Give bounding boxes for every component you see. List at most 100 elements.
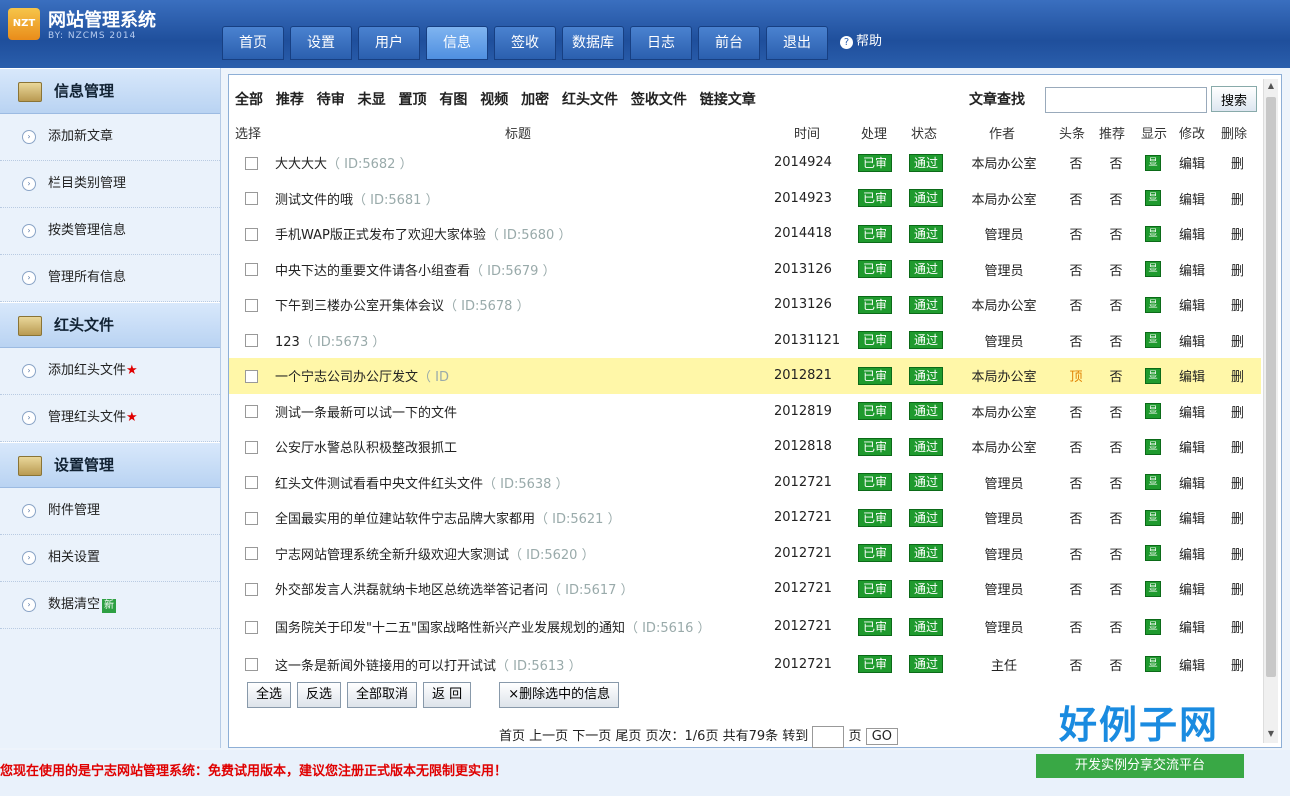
row-recommend-toggle[interactable]: 否 bbox=[1107, 181, 1125, 217]
row-show-toggle[interactable]: 显 bbox=[1145, 438, 1161, 455]
row-headline-toggle[interactable]: 否 bbox=[1067, 216, 1085, 252]
row-edit-link[interactable]: 编辑 bbox=[1179, 252, 1205, 288]
row-title-link[interactable]: 中央下达的重要文件请各小组查看（ ID:5679 ） bbox=[275, 252, 755, 288]
back-button[interactable]: 返 回 bbox=[423, 682, 472, 708]
filter-all[interactable]: 全部 bbox=[235, 92, 263, 108]
row-checkbox[interactable] bbox=[245, 511, 258, 525]
row-edit-link[interactable]: 编辑 bbox=[1179, 607, 1205, 647]
row-recommend-toggle[interactable]: 否 bbox=[1107, 323, 1125, 359]
row-edit-link[interactable]: 编辑 bbox=[1179, 287, 1205, 323]
filter-pending[interactable]: 待审 bbox=[317, 92, 345, 108]
row-delete-link[interactable]: 删 bbox=[1231, 607, 1244, 647]
row-recommend-toggle[interactable]: 否 bbox=[1107, 500, 1125, 536]
select-all-button[interactable]: 全选 bbox=[247, 682, 292, 708]
row-headline-toggle[interactable]: 否 bbox=[1067, 429, 1085, 465]
row-edit-link[interactable]: 编辑 bbox=[1179, 647, 1205, 683]
row-process-badge[interactable]: 已审 bbox=[858, 260, 893, 279]
nav-logout[interactable]: 退出 bbox=[766, 26, 828, 60]
row-delete-link[interactable]: 删 bbox=[1231, 145, 1244, 181]
row-show-toggle[interactable]: 显 bbox=[1145, 332, 1161, 349]
row-delete-link[interactable]: 删 bbox=[1231, 500, 1244, 536]
sidebar-item-by-class[interactable]: › 按类管理信息 bbox=[0, 208, 220, 255]
row-recommend-toggle[interactable]: 否 bbox=[1107, 465, 1125, 501]
filter-with-image[interactable]: 有图 bbox=[439, 92, 467, 108]
filter-signed[interactable]: 签收文件 bbox=[631, 92, 687, 108]
row-process-badge[interactable]: 已审 bbox=[858, 437, 893, 456]
row-delete-link[interactable]: 删 bbox=[1231, 216, 1244, 252]
row-checkbox[interactable] bbox=[245, 192, 258, 206]
filter-video[interactable]: 视频 bbox=[480, 92, 508, 108]
filter-encrypted[interactable]: 加密 bbox=[521, 92, 549, 108]
row-checkbox[interactable] bbox=[245, 620, 258, 634]
row-title-link[interactable]: 下午到三楼办公室开集体会议（ ID:5678 ） bbox=[275, 287, 755, 323]
row-recommend-toggle[interactable]: 否 bbox=[1107, 287, 1125, 323]
row-headline-toggle[interactable]: 否 bbox=[1067, 500, 1085, 536]
page-select[interactable] bbox=[812, 725, 845, 748]
row-show-toggle[interactable]: 显 bbox=[1145, 367, 1161, 384]
row-headline-toggle[interactable]: 否 bbox=[1067, 571, 1085, 607]
row-state-badge[interactable]: 通过 bbox=[909, 655, 944, 674]
scroll-down-icon[interactable]: ▼ bbox=[1266, 729, 1276, 741]
nav-database[interactable]: 数据库 bbox=[562, 26, 624, 60]
row-checkbox[interactable] bbox=[245, 334, 258, 348]
row-edit-link[interactable]: 编辑 bbox=[1179, 323, 1205, 359]
row-show-toggle[interactable]: 显 bbox=[1145, 545, 1161, 562]
row-edit-link[interactable]: 编辑 bbox=[1179, 429, 1205, 465]
row-title-link[interactable]: 大大大大（ ID:5682 ） bbox=[275, 145, 755, 181]
row-show-toggle[interactable]: 显 bbox=[1145, 261, 1161, 278]
sidebar-item-category[interactable]: › 栏目类别管理 bbox=[0, 161, 220, 208]
row-title-link[interactable]: 一个宁志公司办公厅发文（ ID bbox=[275, 358, 755, 394]
filter-pinned[interactable]: 置顶 bbox=[399, 92, 427, 108]
sidebar-section-redhead[interactable]: 红头文件 bbox=[0, 302, 220, 348]
sidebar-item-add-article[interactable]: › 添加新文章 bbox=[0, 114, 220, 161]
row-headline-toggle[interactable]: 否 bbox=[1067, 252, 1085, 288]
nav-users[interactable]: 用户 bbox=[358, 26, 420, 60]
row-recommend-toggle[interactable]: 否 bbox=[1107, 216, 1125, 252]
row-title-link[interactable]: 公安厅水警总队积极整改狠抓工 bbox=[275, 429, 755, 465]
row-recommend-toggle[interactable]: 否 bbox=[1107, 429, 1125, 465]
row-process-badge[interactable]: 已审 bbox=[858, 295, 893, 314]
row-recommend-toggle[interactable]: 否 bbox=[1107, 647, 1125, 683]
row-process-badge[interactable]: 已审 bbox=[858, 579, 893, 598]
sidebar-item-manage-redhead[interactable]: › 管理红头文件★ bbox=[0, 395, 220, 442]
row-state-badge[interactable]: 通过 bbox=[909, 617, 944, 636]
row-state-badge[interactable]: 通过 bbox=[909, 437, 944, 456]
row-checkbox[interactable] bbox=[245, 263, 258, 277]
row-delete-link[interactable]: 删 bbox=[1231, 358, 1244, 394]
row-headline-toggle[interactable]: 否 bbox=[1067, 465, 1085, 501]
sidebar-item-attachments[interactable]: › 附件管理 bbox=[0, 488, 220, 535]
sidebar-item-all-info[interactable]: › 管理所有信息 bbox=[0, 255, 220, 302]
filter-link-article[interactable]: 链接文章 bbox=[700, 92, 756, 108]
row-headline-toggle[interactable]: 否 bbox=[1067, 287, 1085, 323]
row-recommend-toggle[interactable]: 否 bbox=[1107, 536, 1125, 572]
row-delete-link[interactable]: 删 bbox=[1231, 181, 1244, 217]
row-delete-link[interactable]: 删 bbox=[1231, 571, 1244, 607]
nav-signoff[interactable]: 签收 bbox=[494, 26, 556, 60]
row-state-badge[interactable]: 通过 bbox=[909, 473, 944, 492]
filter-recommended[interactable]: 推荐 bbox=[276, 92, 304, 108]
row-title-link[interactable]: 全国最实用的单位建站软件宁志品牌大家都用（ ID:5621 ） bbox=[275, 500, 755, 536]
row-delete-link[interactable]: 删 bbox=[1231, 429, 1244, 465]
row-delete-link[interactable]: 删 bbox=[1231, 394, 1244, 430]
row-headline-toggle[interactable]: 否 bbox=[1067, 647, 1085, 683]
scroll-thumb[interactable] bbox=[1266, 97, 1276, 677]
scrollbar[interactable]: ▲ ▼ bbox=[1263, 79, 1278, 743]
row-title-link[interactable]: 红头文件测试看看中央文件红头文件（ ID:5638 ） bbox=[275, 465, 755, 501]
row-process-badge[interactable]: 已审 bbox=[858, 544, 893, 563]
filter-hidden[interactable]: 未显 bbox=[358, 92, 386, 108]
row-edit-link[interactable]: 编辑 bbox=[1179, 500, 1205, 536]
row-headline-toggle[interactable]: 否 bbox=[1067, 394, 1085, 430]
row-process-badge[interactable]: 已审 bbox=[858, 508, 893, 527]
row-edit-link[interactable]: 编辑 bbox=[1179, 216, 1205, 252]
row-show-toggle[interactable]: 显 bbox=[1145, 154, 1161, 171]
row-edit-link[interactable]: 编辑 bbox=[1179, 394, 1205, 430]
row-checkbox[interactable] bbox=[245, 227, 258, 241]
row-delete-link[interactable]: 删 bbox=[1231, 323, 1244, 359]
cancel-all-button[interactable]: 全部取消 bbox=[347, 682, 418, 708]
row-recommend-toggle[interactable]: 否 bbox=[1107, 394, 1125, 430]
help-link[interactable]: ? 帮助 bbox=[840, 26, 882, 60]
row-state-badge[interactable]: 通过 bbox=[909, 544, 944, 563]
row-delete-link[interactable]: 删 bbox=[1231, 465, 1244, 501]
row-state-badge[interactable]: 通过 bbox=[909, 260, 944, 279]
filter-redhead[interactable]: 红头文件 bbox=[562, 92, 618, 108]
